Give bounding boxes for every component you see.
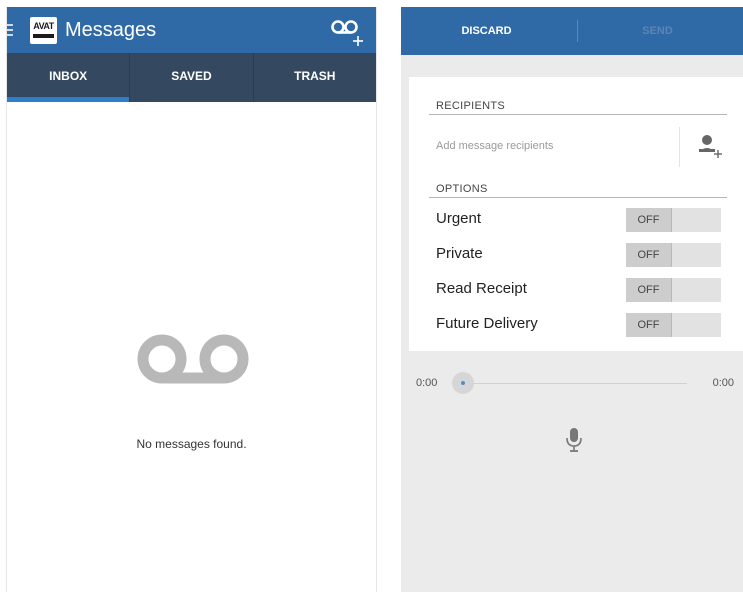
read-receipt-toggle[interactable]: OFF — [626, 278, 721, 302]
recipients-input[interactable]: Add message recipients — [436, 140, 553, 152]
option-label: Read Receipt — [436, 280, 527, 297]
action-divider — [577, 20, 578, 42]
compose-action-bar: DISCARD SEND — [401, 7, 743, 55]
recipients-header: RECIPIENTS — [436, 100, 506, 112]
option-label: Future Delivery — [436, 315, 538, 332]
microphone-icon[interactable] — [566, 427, 582, 453]
option-future-delivery: Future Delivery OFF — [436, 313, 726, 339]
options-divider — [429, 197, 727, 198]
audio-seek-track[interactable] — [459, 383, 687, 384]
future-delivery-toggle[interactable]: OFF — [626, 313, 721, 337]
option-label: Private — [436, 245, 483, 262]
logo-text: AVAT — [33, 21, 54, 31]
recipients-divider — [429, 114, 727, 115]
menu-icon[interactable] — [7, 22, 15, 38]
recipient-field-divider — [679, 127, 680, 167]
audio-seek-thumb[interactable] — [452, 372, 474, 394]
elapsed-time: 0:00 — [416, 377, 438, 389]
voicemail-icon — [137, 334, 249, 384]
message-tabs: INBOX SAVED TRASH — [7, 53, 376, 102]
options-header: OPTIONS — [436, 183, 488, 195]
toggle-state: OFF — [626, 313, 672, 337]
page-title: Messages — [65, 19, 157, 41]
toggle-state: OFF — [626, 278, 672, 302]
total-time: 0:00 — [712, 377, 734, 389]
add-person-icon[interactable] — [697, 133, 723, 159]
option-label: Urgent — [436, 210, 482, 227]
tab-saved[interactable]: SAVED — [130, 53, 254, 102]
inbox-screen: AVAT Messages INBOX SAVED TRASH No messa… — [6, 7, 377, 592]
discard-button[interactable]: DISCARD — [401, 7, 572, 55]
send-button[interactable]: SEND — [572, 7, 743, 55]
tab-trash[interactable]: TRASH — [254, 53, 376, 102]
seek-thumb-center — [461, 381, 465, 385]
option-private: Private OFF — [436, 243, 726, 269]
toggle-state: OFF — [626, 208, 672, 232]
compose-card: RECIPIENTS Add message recipients OPTION… — [409, 77, 743, 351]
option-urgent: Urgent OFF — [436, 208, 726, 234]
app-header: AVAT Messages — [7, 7, 376, 53]
empty-state-message: No messages found. — [136, 437, 247, 451]
private-toggle[interactable]: OFF — [626, 243, 721, 267]
logo-underline — [33, 34, 54, 38]
option-read-receipt: Read Receipt OFF — [436, 278, 726, 304]
app-logo: AVAT — [30, 17, 57, 44]
compose-screen: DISCARD SEND RECIPIENTS Add message reci… — [401, 7, 743, 592]
voicemail-plus-icon[interactable] — [330, 15, 366, 47]
tab-inbox[interactable]: INBOX — [7, 53, 131, 102]
urgent-toggle[interactable]: OFF — [626, 208, 721, 232]
toggle-state: OFF — [626, 243, 672, 267]
